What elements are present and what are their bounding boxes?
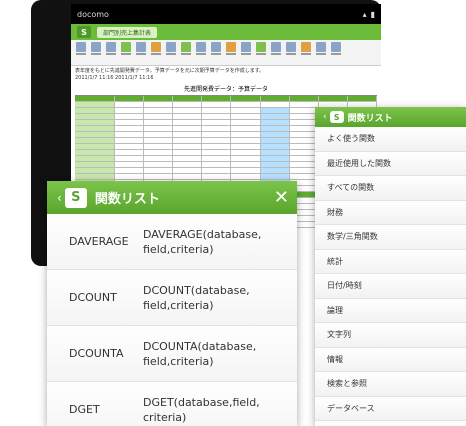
document-tab[interactable]: 部門別売上集計表	[97, 26, 158, 38]
app-logo-icon: S	[64, 187, 87, 208]
function-row[interactable]: DCOUNT DCOUNT(database, field,criteria)	[47, 270, 297, 326]
category-item[interactable]: 文字列	[315, 323, 466, 348]
category-panel-header: ‹ S 関数リスト	[315, 107, 466, 127]
function-syntax: DAVERAGE(database, field,criteria)	[143, 227, 262, 256]
ribbon-button[interactable]	[330, 42, 342, 63]
category-item[interactable]: 財務	[315, 200, 466, 225]
status-icons: ▴ ▮	[363, 10, 375, 19]
carrier-label: docomo	[77, 9, 109, 19]
ribbon-button[interactable]	[300, 42, 312, 63]
status-bar: docomo ▴ ▮	[71, 4, 381, 24]
function-panel: ‹ S 関数リスト ✕ DAVERAGE DAVERAGE(database, f…	[47, 181, 297, 426]
function-name: DAVERAGE	[69, 235, 129, 248]
function-row[interactable]: DGET DGET(database,field, criteria)	[47, 382, 297, 426]
back-icon[interactable]: ‹	[323, 112, 327, 122]
category-item[interactable]: 最近使用した関数	[315, 151, 466, 176]
ribbon-button[interactable]	[195, 42, 207, 63]
function-row[interactable]: DAVERAGE DAVERAGE(database, field,criteri…	[47, 214, 297, 270]
category-item[interactable]: 数学/三角関数	[315, 225, 466, 250]
ribbon-button[interactable]	[225, 42, 237, 63]
function-panel-title: 関数リスト	[94, 192, 160, 207]
battery-icon: ▮	[370, 9, 375, 19]
ribbon-button[interactable]	[165, 42, 177, 63]
function-syntax: DCOUNT(database, field,criteria)	[143, 283, 250, 312]
category-item[interactable]: エンジニアリング	[315, 421, 466, 426]
category-item[interactable]: データベース	[315, 396, 466, 421]
close-icon[interactable]: ✕	[274, 188, 289, 207]
category-item[interactable]: 日付/時刻	[315, 274, 466, 299]
ribbon-button[interactable]	[150, 42, 162, 63]
category-item[interactable]: すべての関数	[315, 176, 466, 201]
wifi-icon: ▴	[362, 9, 367, 19]
function-panel-header: ‹ S 関数リスト ✕	[47, 181, 297, 214]
app-logo-icon[interactable]: S	[77, 26, 91, 38]
ribbon-toolbar	[71, 40, 381, 66]
category-panel-title: 関数リスト	[347, 113, 393, 124]
function-list: DAVERAGE DAVERAGE(database, field,criteri…	[47, 214, 297, 426]
function-name: DCOUNTA	[69, 347, 124, 360]
ribbon-button[interactable]	[270, 42, 282, 63]
sheet-note: 表年度をもとに先進開発費データ。予算データを元に次期予算データを作成します。	[75, 68, 265, 74]
function-syntax: DGET(database,field, criteria)	[143, 395, 260, 424]
sheet-title: 先進開発費データ：予算データ	[183, 86, 268, 93]
back-icon[interactable]: ‹	[57, 191, 62, 205]
ribbon-button[interactable]	[285, 42, 297, 63]
category-item[interactable]: 論理	[315, 298, 466, 323]
ribbon-button[interactable]	[315, 42, 327, 63]
category-item[interactable]: 検索と参照	[315, 372, 466, 397]
category-panel: ‹ S 関数リスト よく使う関数 最近使用した関数 すべての関数 財務 数学/三角関数統…	[315, 107, 466, 426]
category-item[interactable]: よく使う関数	[315, 127, 466, 152]
ribbon-button[interactable]	[240, 42, 252, 63]
ribbon-button[interactable]	[105, 42, 117, 63]
category-item[interactable]: 統計	[315, 249, 466, 274]
app-logo-icon: S	[329, 111, 344, 123]
ribbon-button[interactable]	[90, 42, 102, 63]
ribbon-button[interactable]	[75, 42, 87, 63]
function-syntax: DCOUNTA(database, field,criteria)	[143, 339, 257, 368]
ribbon-button[interactable]	[120, 42, 132, 63]
ribbon-button[interactable]	[255, 42, 267, 63]
function-name: DGET	[69, 403, 100, 416]
sheet-note: 2011/1/7 11:16 2011/1/7 11:16	[75, 75, 154, 81]
ribbon-button[interactable]	[210, 42, 222, 63]
category-item[interactable]: 情報	[315, 347, 466, 372]
ribbon-button[interactable]	[135, 42, 147, 63]
category-list: よく使う関数 最近使用した関数 すべての関数 財務 数学/三角関数 統計 日付/時刻 論理 文字…	[315, 127, 466, 426]
function-name: DCOUNT	[69, 291, 117, 304]
app-titlebar: S 部門別売上集計表	[71, 24, 381, 40]
ribbon-button[interactable]	[180, 42, 192, 63]
function-row[interactable]: DCOUNTA DCOUNTA(database, field,criteria)	[47, 326, 297, 382]
